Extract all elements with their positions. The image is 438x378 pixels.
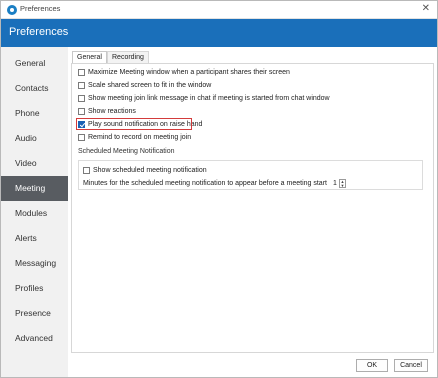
minutes-value[interactable]: 1 [331,180,339,187]
option-maximize-window[interactable]: Maximize Meeting window when a participa… [78,67,290,77]
option-label: Show scheduled meeting notification [93,166,207,174]
section-title-scheduled: Scheduled Meeting Notification [78,148,175,155]
minutes-label: Minutes for the scheduled meeting notifi… [83,179,327,187]
window-title: Preferences [20,4,61,13]
option-label: Show meeting join link message in chat i… [88,94,330,102]
sidebar: General Contacts Phone Audio Video Meeti… [1,47,68,377]
sidebar-item-advanced[interactable]: Advanced [1,326,68,351]
scheduled-notification-group: Show scheduled meeting notification Minu… [78,160,423,190]
tab-panel-general: Maximize Meeting window when a participa… [71,63,434,353]
tab-recording[interactable]: Recording [107,51,149,63]
tab-general[interactable]: General [72,51,107,63]
checkbox[interactable] [83,166,90,174]
content-panel: General Recording Maximize Meeting windo… [68,47,437,377]
sidebar-item-alerts[interactable]: Alerts [1,226,68,251]
title-bar: Preferences ✕ [1,1,437,19]
sidebar-item-messaging[interactable]: Messaging [1,251,68,276]
option-show-scheduled-notification[interactable]: Show scheduled meeting notification [83,165,207,175]
close-icon[interactable]: ✕ [422,3,430,15]
sidebar-item-general[interactable]: General [1,51,68,76]
page-title: Preferences [9,26,69,38]
sidebar-item-audio[interactable]: Audio [1,126,68,151]
sidebar-item-meeting[interactable]: Meeting [1,176,68,201]
sidebar-item-modules[interactable]: Modules [1,201,68,226]
option-show-reactions[interactable]: Show reactions [78,106,136,116]
checkbox[interactable] [78,81,85,89]
checkbox-checked[interactable] [78,120,85,128]
option-show-join-link[interactable]: Show meeting join link message in chat i… [78,93,330,103]
option-label: Maximize Meeting window when a participa… [88,68,290,76]
checkbox[interactable] [78,94,85,102]
option-label: Play sound notification on raise hand [88,120,203,128]
chevron-down-icon[interactable]: ▼ [340,183,345,188]
checkbox[interactable] [78,68,85,76]
option-label: Show reactions [88,107,136,115]
minutes-stepper[interactable]: 1 ▲ ▼ [331,178,346,188]
ok-button[interactable]: OK [356,359,388,372]
sidebar-item-contacts[interactable]: Contacts [1,76,68,101]
app-logo-icon [7,5,17,15]
sidebar-item-phone[interactable]: Phone [1,101,68,126]
sidebar-item-video[interactable]: Video [1,151,68,176]
option-label: Scale shared screen to fit in the window [88,81,212,89]
minutes-before-row: Minutes for the scheduled meeting notifi… [83,178,346,188]
header-bar: Preferences [1,19,437,47]
sidebar-item-presence[interactable]: Presence [1,301,68,326]
sidebar-item-profiles[interactable]: Profiles [1,276,68,301]
option-scale-shared-screen[interactable]: Scale shared screen to fit in the window [78,80,211,90]
option-play-sound-raise-hand[interactable]: Play sound notification on raise hand [78,119,202,129]
cancel-button[interactable]: Cancel [394,359,428,372]
option-remind-to-record[interactable]: Remind to record on meeting join [78,132,191,142]
checkbox[interactable] [78,107,85,115]
option-label: Remind to record on meeting join [88,133,192,141]
stepper-buttons[interactable]: ▲ ▼ [338,178,346,188]
checkbox[interactable] [78,133,85,141]
preferences-window: Preferences ✕ Preferences General Contac… [0,0,438,378]
